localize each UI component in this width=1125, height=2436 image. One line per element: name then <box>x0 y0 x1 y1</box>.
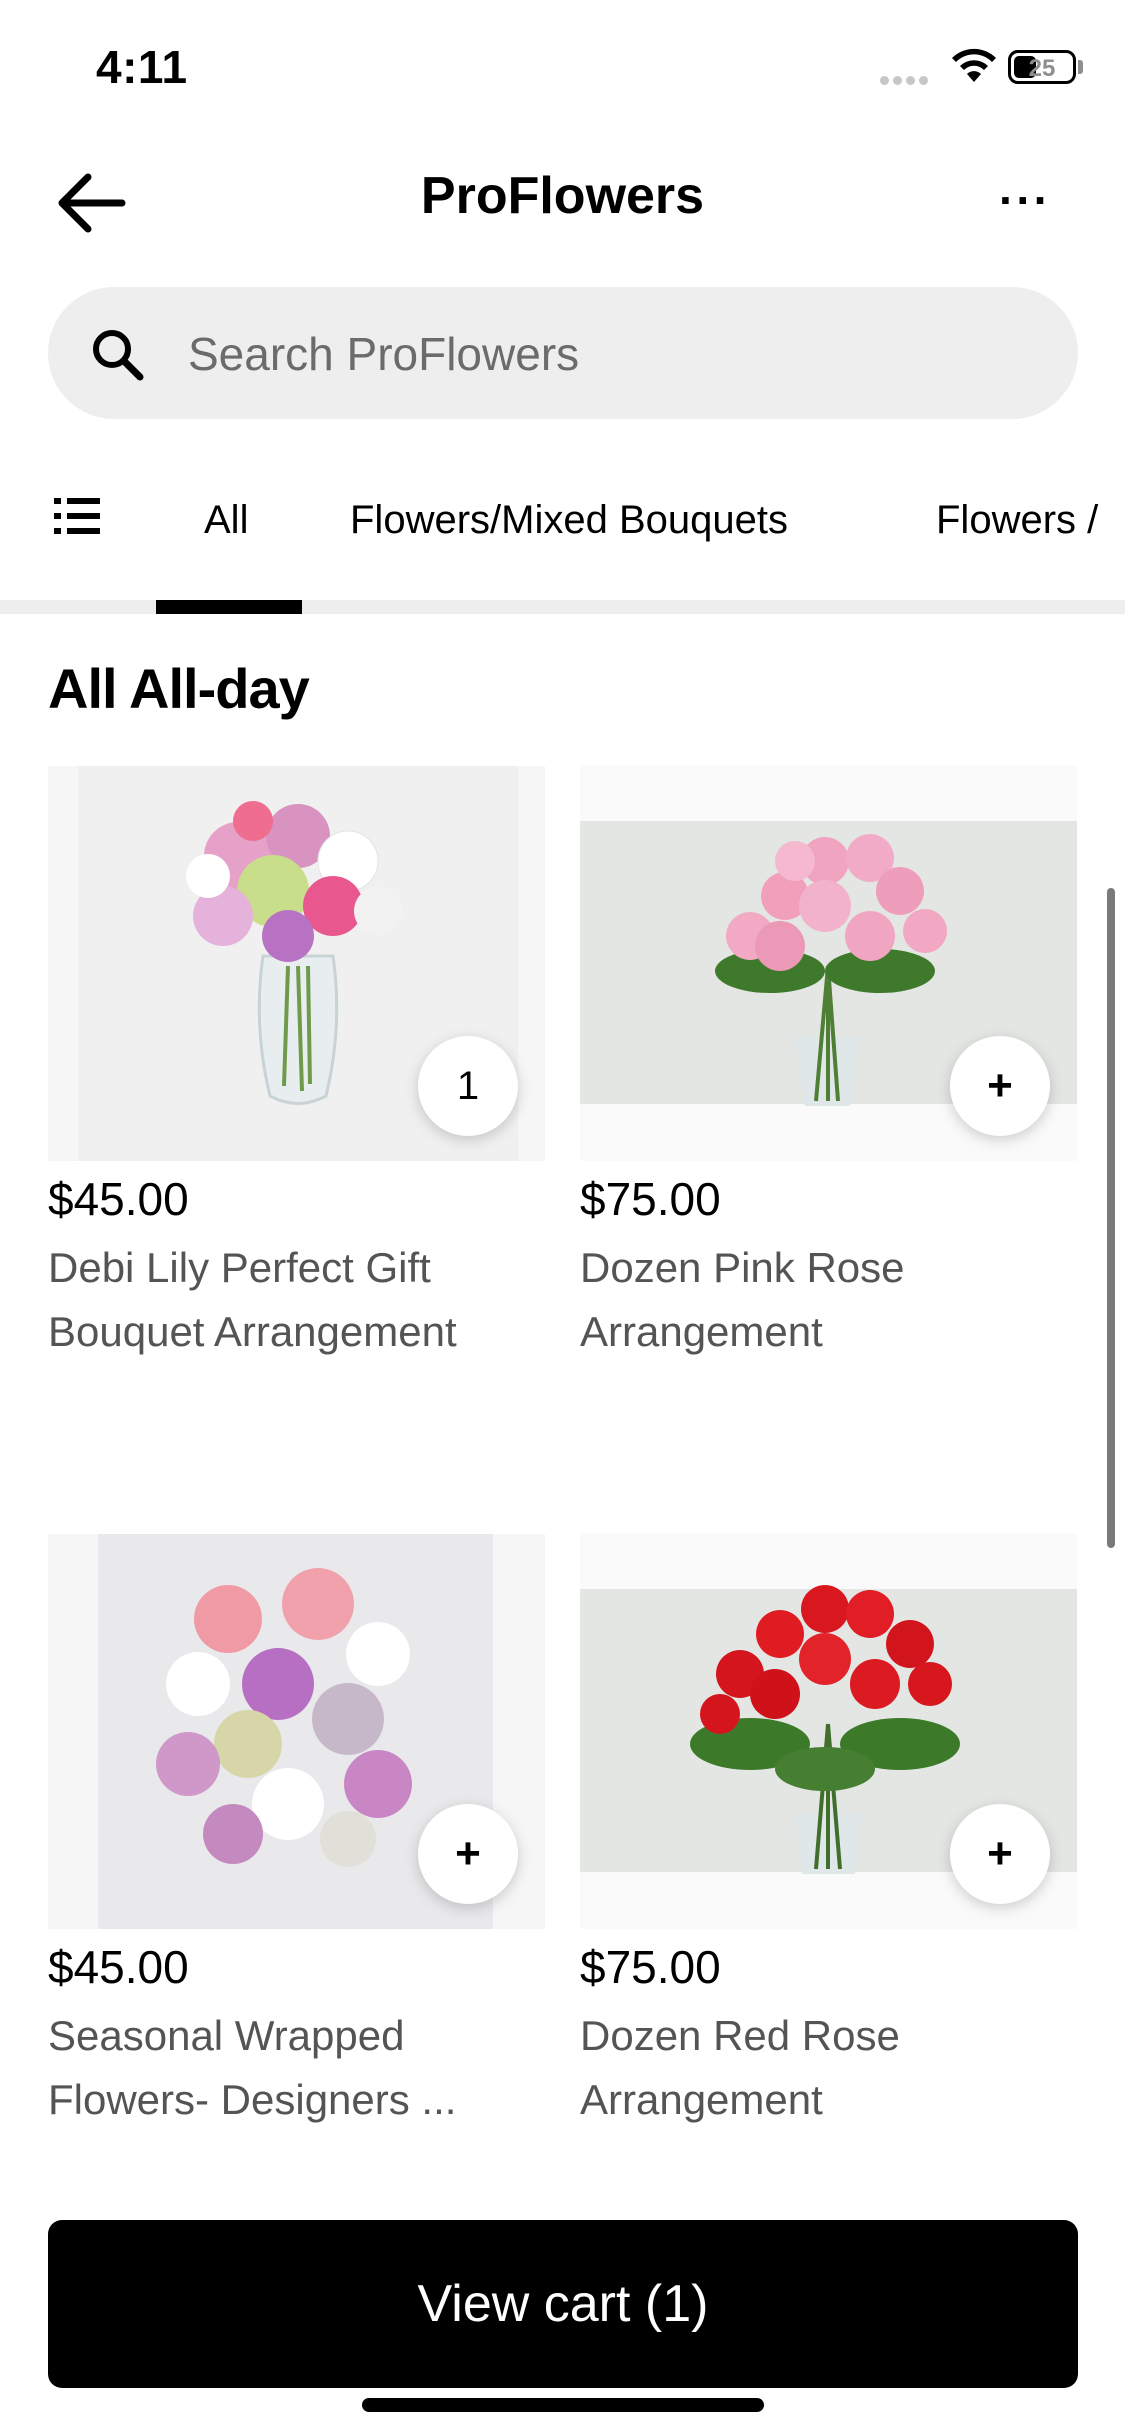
list-icon <box>54 498 100 534</box>
tab-flowers-more[interactable]: Flowers / <box>936 498 1098 543</box>
scrollbar[interactable] <box>1107 888 1115 1548</box>
view-cart-button[interactable]: View cart (1) <box>48 2220 1078 2388</box>
tab-all[interactable]: All <box>204 498 248 543</box>
category-tabs: All Flowers/Mixed Bouquets Flowers / <box>0 470 1125 600</box>
home-indicator <box>362 2398 764 2412</box>
product-price: $75.00 <box>580 1941 721 1993</box>
product-name[interactable]: Debi Lily Perfect Gift Bouquet Arrangeme… <box>48 1236 548 1364</box>
search-icon <box>93 330 144 381</box>
product-name[interactable]: Dozen Pink Rose Arrangement <box>580 1236 1080 1364</box>
product-price: $75.00 <box>580 1173 721 1225</box>
battery-level: 25 <box>1028 55 1056 82</box>
product-price: $45.00 <box>48 1941 189 1993</box>
add-to-cart-button[interactable]: + <box>418 1804 518 1904</box>
tab-flowers-mixed-bouquets[interactable]: Flowers/Mixed Bouquets <box>350 498 788 543</box>
battery-icon: 25 <box>1008 50 1076 84</box>
product-name[interactable]: Dozen Red Rose Arrangement <box>580 2004 1080 2132</box>
product-name[interactable]: Seasonal Wrapped Flowers- Designers ... <box>48 2004 548 2132</box>
product-price: $45.00 <box>48 1173 189 1225</box>
section-title: All All-day <box>48 657 310 720</box>
active-tab-indicator <box>156 600 302 614</box>
battery-tip <box>1078 60 1083 74</box>
add-to-cart-button[interactable]: + <box>950 1036 1050 1136</box>
status-time: 4:11 <box>96 41 188 93</box>
quantity-button[interactable]: 1 <box>418 1036 518 1136</box>
search-input[interactable] <box>186 317 1050 391</box>
page-title: ProFlowers <box>420 167 705 225</box>
categories-menu-button[interactable] <box>52 494 102 548</box>
cellular-signal-icon <box>880 72 936 85</box>
search-bar[interactable] <box>48 287 1078 419</box>
wifi-icon <box>950 48 998 84</box>
more-options-button[interactable]: ··· <box>990 170 1060 230</box>
add-to-cart-button[interactable]: + <box>950 1804 1050 1904</box>
